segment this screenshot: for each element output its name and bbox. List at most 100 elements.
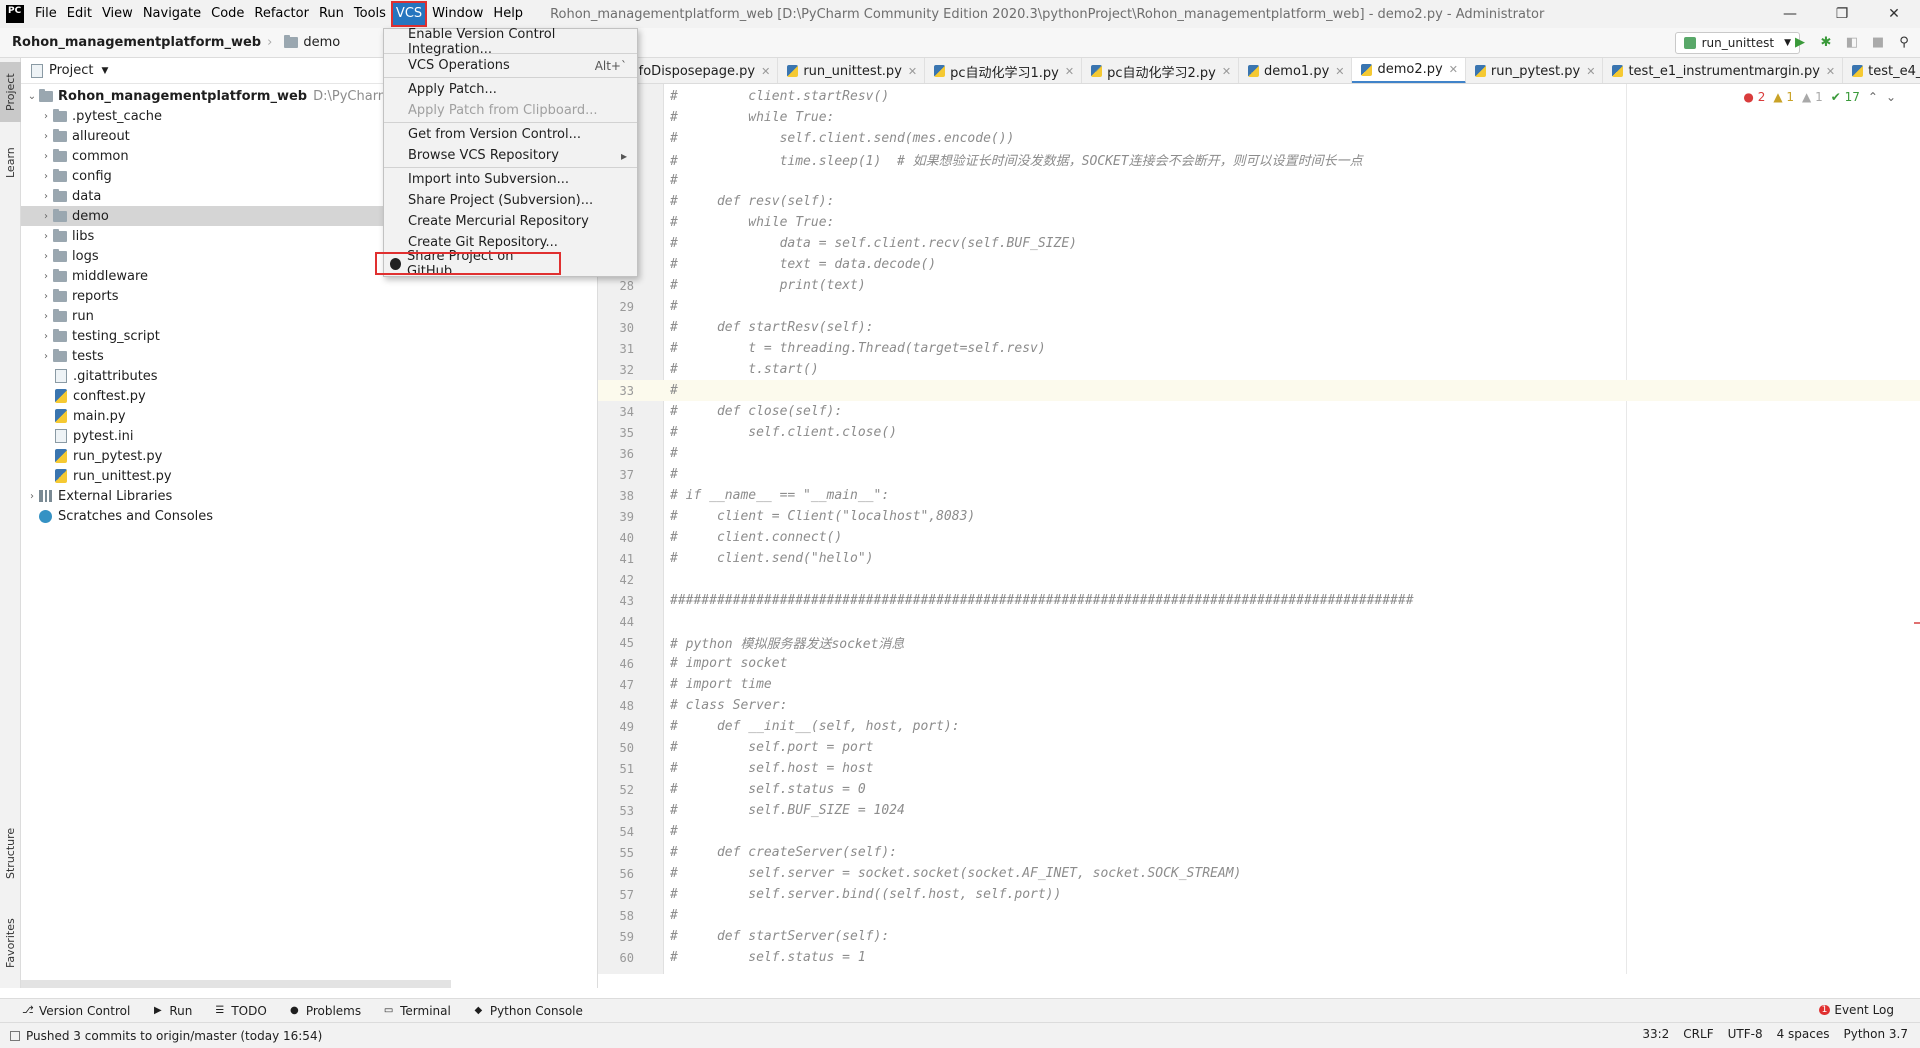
debug-icon[interactable]: ✱ <box>1818 33 1834 51</box>
run-icon[interactable]: ▶ <box>1792 33 1808 51</box>
line-number: 55 <box>619 845 634 860</box>
menu-item-share-project-on-github[interactable]: Share Project on GitHub <box>375 249 561 279</box>
menu-window[interactable]: Window <box>427 0 488 28</box>
menu-item-import-into-subversion[interactable]: Import into Subversion... <box>384 169 637 190</box>
menu-tools[interactable]: Tools <box>349 0 391 28</box>
editor-tab[interactable]: demo1.py ✕ <box>1239 58 1353 83</box>
chevron-down-icon[interactable]: ⌄ <box>1886 90 1896 104</box>
tree-file[interactable]: conftest.py <box>21 386 597 406</box>
menu-item-apply-patch[interactable]: Apply Patch... <box>384 79 637 100</box>
tree-external-libraries[interactable]: › External Libraries <box>21 486 597 506</box>
close-tab-icon[interactable]: ✕ <box>761 65 770 78</box>
tree-file[interactable]: run_pytest.py <box>21 446 597 466</box>
editor-tab[interactable]: run_unittest.py ✕ <box>778 58 926 83</box>
favorites-tool-tab[interactable]: Favorites <box>0 908 21 978</box>
breadcrumb-project[interactable]: Rohon_managementplatform_web <box>12 35 261 50</box>
tree-folder[interactable]: › reports <box>21 286 597 306</box>
tree-scratches[interactable]: Scratches and Consoles <box>21 506 597 526</box>
tree-folder[interactable]: › run <box>21 306 597 326</box>
tool-button-python-console[interactable]: ◆ Python Console <box>473 1004 582 1018</box>
menu-item-enable-version-control-integration[interactable]: Enable Version Control Integration... <box>384 27 637 57</box>
chevron-right-icon[interactable]: › <box>39 131 53 142</box>
menu-item-vcs-operations[interactable]: VCS Operations Alt+` <box>384 55 637 76</box>
learn-tool-tab[interactable]: Learn <box>0 138 21 188</box>
line-number: 33 <box>619 383 634 398</box>
chevron-right-icon[interactable]: › <box>25 491 39 502</box>
tree-file[interactable]: pytest.ini <box>21 426 597 446</box>
tree-file[interactable]: main.py <box>21 406 597 426</box>
close-tab-icon[interactable]: ✕ <box>1335 65 1344 78</box>
close-tab-icon[interactable]: ✕ <box>1586 65 1595 78</box>
close-tab-icon[interactable]: ✕ <box>1222 65 1231 78</box>
menu-navigate[interactable]: Navigate <box>138 0 206 28</box>
menu-item-create-mercurial-repository[interactable]: Create Mercurial Repository <box>384 211 637 232</box>
chevron-right-icon[interactable]: › <box>39 331 53 342</box>
menu-view[interactable]: View <box>97 0 138 28</box>
tool-button-run[interactable]: ▶ Run <box>152 1004 192 1018</box>
line-separator[interactable]: CRLF <box>1683 1027 1713 1041</box>
error-stripe-mark[interactable] <box>1914 622 1920 624</box>
chevron-right-icon[interactable]: › <box>39 351 53 362</box>
editor-tab[interactable]: pc自动化学习2.py ✕ <box>1082 58 1240 83</box>
menu-file[interactable]: File <box>30 0 62 28</box>
editor-tab[interactable]: test_e1_instrumentmargin.py ✕ <box>1603 58 1844 83</box>
status-message[interactable]: Pushed 3 commits to origin/master (today… <box>10 1029 322 1043</box>
menu-item-browse-vcs-repository[interactable]: Browse VCS Repository ▸ <box>384 145 637 166</box>
coverage-icon[interactable]: ◧ <box>1844 33 1860 51</box>
chevron-up-icon[interactable]: ⌃ <box>1868 90 1878 104</box>
tree-folder[interactable]: › testing_script <box>21 326 597 346</box>
caret-position[interactable]: 33:2 <box>1642 1027 1669 1041</box>
tool-button-todo[interactable]: ☰ TODO <box>214 1004 266 1018</box>
horizontal-scrollbar[interactable] <box>21 980 451 988</box>
restore-icon[interactable]: ❐ <box>1816 0 1868 28</box>
run-configuration-select[interactable]: run_unittest ▼ <box>1674 32 1800 54</box>
code-editor[interactable]: # client.startResv() # while True: # self.… <box>598 84 1920 974</box>
chevron-right-icon[interactable]: › <box>39 231 53 242</box>
chevron-right-icon[interactable]: › <box>39 151 53 162</box>
menu-refactor[interactable]: Refactor <box>249 0 314 28</box>
tool-button-version-control[interactable]: ⎇ Version Control <box>22 1004 130 1018</box>
project-tool-tab[interactable]: Project <box>0 62 21 122</box>
file-encoding[interactable]: UTF-8 <box>1728 1027 1763 1041</box>
menu-item-share-project-subversion[interactable]: Share Project (Subversion)... <box>384 190 637 211</box>
chevron-down-icon[interactable]: ⌄ <box>25 91 39 102</box>
close-tab-icon[interactable]: ✕ <box>1065 65 1074 78</box>
chevron-right-icon[interactable]: › <box>39 191 53 202</box>
close-tab-icon[interactable]: ✕ <box>1449 63 1458 76</box>
editor-tab[interactable]: pc自动化学习1.py ✕ <box>925 58 1083 83</box>
tree-folder[interactable]: › tests <box>21 346 597 366</box>
python-interpreter[interactable]: Python 3.7 <box>1844 1027 1909 1041</box>
stop-icon[interactable]: ■ <box>1870 33 1886 51</box>
chevron-right-icon[interactable]: › <box>39 251 53 262</box>
menu-run[interactable]: Run <box>314 0 349 28</box>
menu-vcs[interactable]: VCS <box>390 1 428 27</box>
indent-setting[interactable]: 4 spaces <box>1777 1027 1830 1041</box>
event-log-button[interactable]: 1 Event Log <box>1818 1003 1894 1017</box>
chevron-right-icon[interactable]: › <box>39 271 53 282</box>
menu-help[interactable]: Help <box>488 0 528 28</box>
tool-window-toggle-icon[interactable] <box>10 1030 20 1041</box>
editor-tab[interactable]: test_e4_non_tra <box>1843 58 1920 83</box>
structure-tool-tab[interactable]: Structure <box>0 818 21 888</box>
tree-file[interactable]: .gitattributes <box>21 366 597 386</box>
editor-tab[interactable]: demo2.py ✕ <box>1352 58 1466 83</box>
editor-tab[interactable]: run_pytest.py ✕ <box>1466 58 1604 83</box>
menu-code[interactable]: Code <box>206 0 249 28</box>
chevron-right-icon[interactable]: › <box>39 291 53 302</box>
close-tab-icon[interactable]: ✕ <box>908 65 917 78</box>
close-tab-icon[interactable]: ✕ <box>1826 65 1835 78</box>
chevron-right-icon[interactable]: › <box>39 111 53 122</box>
menu-item-get-from-version-control[interactable]: Get from Version Control... <box>384 124 637 145</box>
inspection-widget[interactable]: ● 2 ▲ 1 ▲ 1 ✔ 17 ⌃ ⌄ <box>1743 90 1896 104</box>
chevron-right-icon[interactable]: › <box>39 211 53 222</box>
chevron-right-icon[interactable]: › <box>39 311 53 322</box>
tool-button-terminal[interactable]: ▭ Terminal <box>383 1004 451 1018</box>
minimize-icon[interactable]: — <box>1764 0 1816 28</box>
chevron-right-icon[interactable]: › <box>39 171 53 182</box>
tree-file[interactable]: run_unittest.py <box>21 466 597 486</box>
menu-edit[interactable]: Edit <box>62 0 97 28</box>
search-icon[interactable]: ⚲ <box>1896 33 1912 51</box>
breadcrumb-folder[interactable]: demo <box>284 35 340 50</box>
close-icon[interactable]: ✕ <box>1868 0 1920 28</box>
tool-button-problems[interactable]: ● Problems <box>289 1004 361 1018</box>
